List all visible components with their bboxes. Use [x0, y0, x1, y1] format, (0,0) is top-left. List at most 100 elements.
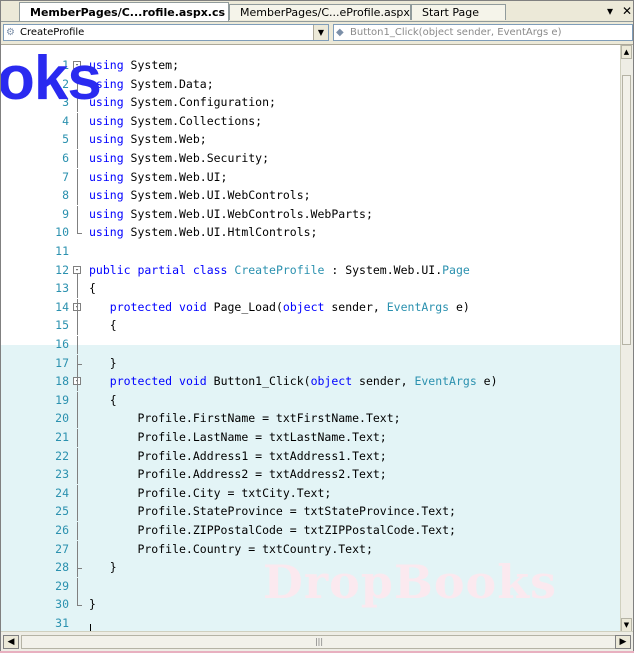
line-number: 21 [55, 430, 69, 444]
code-line[interactable]: 31 [1, 615, 623, 632]
code-line[interactable]: 11 [1, 243, 623, 260]
code-text: Profile.Address2 = txtAddress2.Text; [89, 467, 387, 482]
close-icon[interactable]: ✕ [622, 4, 632, 18]
outline-guide [77, 354, 78, 373]
vertical-scrollbar[interactable]: ▲ ▼ [620, 45, 633, 632]
line-number: 29 [55, 578, 69, 593]
tab-label: MemberPages/C...eProfile.aspx [240, 6, 410, 19]
code-line[interactable]: 10 using System.Web.UI.HtmlControls; [1, 224, 623, 241]
code-line[interactable]: 9 using System.Web.UI.WebControls.WebPart… [1, 205, 623, 224]
tab-createprofile-cs[interactable]: MemberPages/C...rofile.aspx.cs [19, 2, 229, 21]
scroll-up-icon[interactable]: ▲ [621, 45, 632, 59]
code-line[interactable]: 19 { [1, 391, 623, 410]
chevron-down-icon[interactable]: ▼ [313, 25, 328, 40]
code-line[interactable]: 17 } [1, 354, 623, 373]
line-number: 6 [62, 151, 69, 165]
line-number: 27 [55, 541, 69, 556]
code-line[interactable]: 21 Profile.LastName = txtLastName.Text; [1, 429, 623, 447]
method-dropdown-value: Button1_Click(object sender, EventArgs e… [350, 27, 562, 38]
line-number: 30 [55, 597, 69, 612]
tab-start-page[interactable]: Start Page [411, 4, 506, 20]
horizontal-scrollbar[interactable]: ◀ ||| ▶ [1, 631, 633, 652]
line-number: 12 [55, 262, 69, 277]
outline-guide [77, 605, 82, 607]
line-number: 18 [55, 374, 69, 389]
outline-guide [77, 273, 78, 280]
outline-guide [77, 522, 78, 540]
outline-guide [77, 336, 78, 354]
line-number: 11 [55, 244, 69, 258]
code-line[interactable]: 26 Profile.ZIPPostalCode = txtZIPPostalC… [1, 522, 623, 540]
vertical-scroll-thumb[interactable] [622, 75, 631, 345]
code-line[interactable]: 29 [1, 577, 623, 596]
scroll-right-icon[interactable]: ▶ [615, 635, 631, 649]
scroll-left-icon[interactable]: ◀ [3, 635, 19, 649]
method-dropdown[interactable]: ◆ Button1_Click(object sender, EventArgs… [333, 24, 633, 41]
horizontal-scroll-thumb[interactable]: ||| [21, 635, 617, 649]
collapse-icon[interactable]: - [73, 265, 81, 274]
scroll-down-icon[interactable]: ▼ [621, 618, 632, 632]
line-number: 16 [55, 337, 69, 351]
code-line[interactable]: 23 Profile.Address2 = txtAddress2.Text; [1, 466, 623, 485]
code-line[interactable]: 27 Profile.Country = txtCountry.Text; [1, 540, 623, 559]
outline-guide [77, 317, 78, 336]
outline-guide [77, 150, 78, 168]
tab-dropdown-icon[interactable]: ▾ [607, 4, 613, 18]
outline-guide [77, 224, 78, 234]
code-line[interactable]: 5 using System.Web; [1, 131, 623, 150]
line-number: 19 [55, 392, 69, 407]
code-text: Profile.Country = txtCountry.Text; [89, 541, 373, 556]
outline-guide [77, 484, 78, 503]
outline-guide [77, 577, 78, 596]
code-text: public partial class CreateProfile : Sys… [89, 262, 470, 277]
code-text: Profile.Address1 = txtAddress1.Text; [89, 448, 387, 463]
class-dropdown[interactable]: ⚙ CreateProfile ▼ [3, 24, 329, 41]
code-line[interactable]: 4 using System.Collections; [1, 112, 623, 131]
code-text: using System; [89, 58, 180, 72]
outline-guide [77, 466, 78, 485]
outline-guide [77, 205, 78, 224]
code-text: Profile.FirstName = txtFirstName.Text; [89, 411, 401, 426]
code-text: using System.Web; [89, 132, 207, 147]
code-text: using System.Configuration; [89, 95, 276, 110]
code-line[interactable]: 13 { [1, 280, 623, 299]
navigation-bar: ⚙ CreateProfile ▼ ◆ Button1_Click(object… [1, 22, 633, 45]
outline-guide [77, 559, 78, 578]
code-line[interactable]: 22 Profile.Address1 = txtAddress1.Text; [1, 447, 623, 466]
tab-label: Start Page [422, 6, 479, 19]
line-number: 7 [62, 169, 69, 184]
outline-guide [77, 131, 78, 150]
code-line[interactable]: 14- protected void Page_Load(object send… [1, 298, 623, 317]
code-line[interactable]: 8 using System.Web.UI.WebControls; [1, 187, 623, 206]
code-editor[interactable]: DropBooks 1- using System; 2 using System.D… [1, 45, 623, 632]
class-dropdown-value: CreateProfile [20, 27, 85, 38]
line-number: 4 [62, 113, 69, 128]
code-text: using System.Web.UI.WebControls; [89, 188, 311, 203]
line-number: 25 [55, 504, 69, 519]
line-number: 5 [62, 132, 69, 147]
code-text: using System.Web.UI; [89, 169, 228, 184]
code-line[interactable]: 28 } [1, 559, 623, 578]
code-text: Profile.ZIPPostalCode = txtZIPPostalCode… [89, 523, 456, 537]
outline-guide [77, 112, 78, 131]
code-line[interactable]: 6 using System.Web.Security; [1, 150, 623, 168]
code-line[interactable]: 20 Profile.FirstName = txtFirstName.Text… [1, 410, 623, 429]
code-line[interactable]: 7 using System.Web.UI; [1, 168, 623, 187]
code-text: protected void Button1_Click(object send… [109, 374, 498, 389]
code-line[interactable]: 24 Profile.City = txtCity.Text; [1, 484, 623, 503]
code-line[interactable]: 15 { [1, 317, 623, 336]
line-number: 23 [55, 467, 69, 482]
outline-guide [77, 429, 78, 447]
code-line[interactable]: 30} [1, 596, 623, 613]
code-text: using System.Data; [89, 76, 214, 91]
code-text: Profile.LastName = txtLastName.Text; [89, 430, 387, 444]
code-text: protected void Page_Load(object sender, … [109, 299, 470, 314]
code-line[interactable]: 12- public partial class CreateProfile : … [1, 262, 623, 280]
code-line[interactable]: 25 Profile.StateProvince = txtStateProvi… [1, 503, 623, 522]
code-line[interactable]: 18- protected void Button1_Click(object … [1, 373, 623, 392]
code-line[interactable]: 16 [1, 336, 623, 354]
outline-guide [77, 280, 78, 299]
code-text: } [89, 597, 96, 612]
class-icon: ⚙ [6, 27, 15, 38]
tab-createprofile-aspx[interactable]: MemberPages/C...eProfile.aspx [229, 4, 411, 20]
